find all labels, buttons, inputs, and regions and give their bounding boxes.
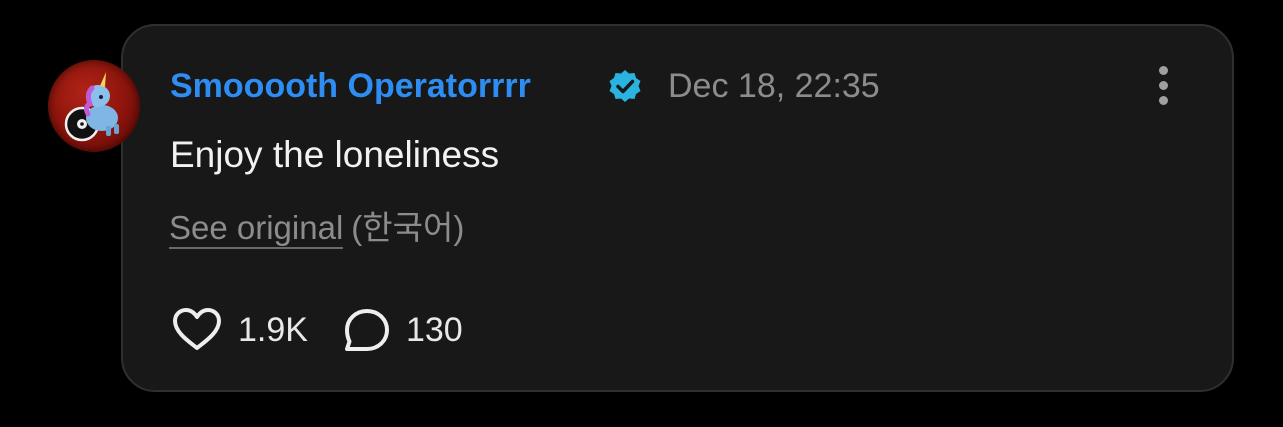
like-button[interactable]: 1.9K bbox=[170, 306, 308, 354]
like-count: 1.9K bbox=[238, 311, 308, 349]
unicorn-avatar-icon bbox=[64, 72, 119, 142]
more-options-button[interactable] bbox=[1146, 66, 1182, 106]
author-name[interactable]: Smooooth Operatorrrr bbox=[170, 64, 531, 108]
reply-button[interactable]: 130 bbox=[342, 306, 463, 354]
heart-icon bbox=[173, 308, 221, 350]
more-vertical-icon bbox=[1159, 66, 1168, 75]
post-timestamp: Dec 18, 22:35 bbox=[668, 67, 880, 105]
verified-badge-icon bbox=[609, 70, 641, 102]
translation-info: See original (한국어) bbox=[169, 206, 464, 250]
post-text: Enjoy the loneliness bbox=[170, 134, 500, 175]
menu-dot bbox=[1159, 96, 1168, 105]
action-bar: 1.9K 130 bbox=[170, 306, 463, 354]
avatar[interactable] bbox=[48, 60, 140, 152]
speech-bubble-icon bbox=[344, 309, 389, 351]
reply-count: 130 bbox=[405, 311, 463, 349]
original-language: (한국어) bbox=[351, 209, 465, 246]
menu-dot bbox=[1159, 81, 1168, 90]
see-original-link[interactable]: See original bbox=[169, 209, 344, 249]
